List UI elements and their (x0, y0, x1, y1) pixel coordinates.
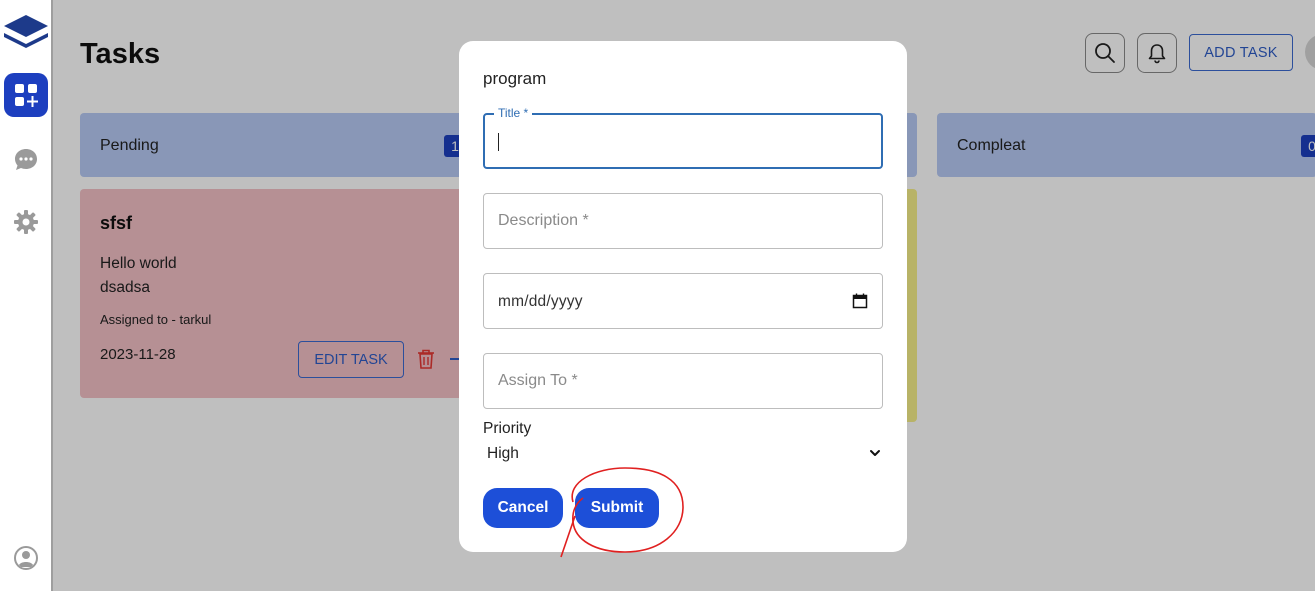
cancel-button[interactable]: Cancel (483, 488, 563, 528)
dialog-title: program (483, 69, 547, 88)
sidebar (0, 0, 53, 591)
dashboard-nav-button[interactable] (0, 73, 52, 117)
date-placeholder: mm/dd/yyyy (498, 293, 583, 310)
calendar-icon[interactable] (852, 293, 868, 309)
layers-logo-icon[interactable] (0, 12, 52, 52)
priority-label: Priority (483, 420, 532, 437)
description-placeholder: Description * (498, 212, 589, 229)
user-icon[interactable] (0, 544, 52, 572)
priority-value: High (487, 445, 519, 462)
description-input[interactable]: Description * (483, 193, 883, 249)
title-label: Title * (494, 106, 533, 120)
chat-icon[interactable] (0, 146, 52, 174)
chevron-down-icon (870, 450, 880, 456)
annotation-circle (560, 467, 684, 558)
date-input[interactable]: mm/dd/yyyy (483, 273, 883, 329)
text-cursor (498, 133, 499, 151)
assign-to-input[interactable]: Assign To * (483, 353, 883, 409)
assign-to-placeholder: Assign To * (498, 372, 578, 389)
title-input[interactable]: Title * (483, 106, 883, 169)
dashboard-add-icon (4, 73, 48, 117)
gear-icon[interactable] (0, 208, 52, 236)
